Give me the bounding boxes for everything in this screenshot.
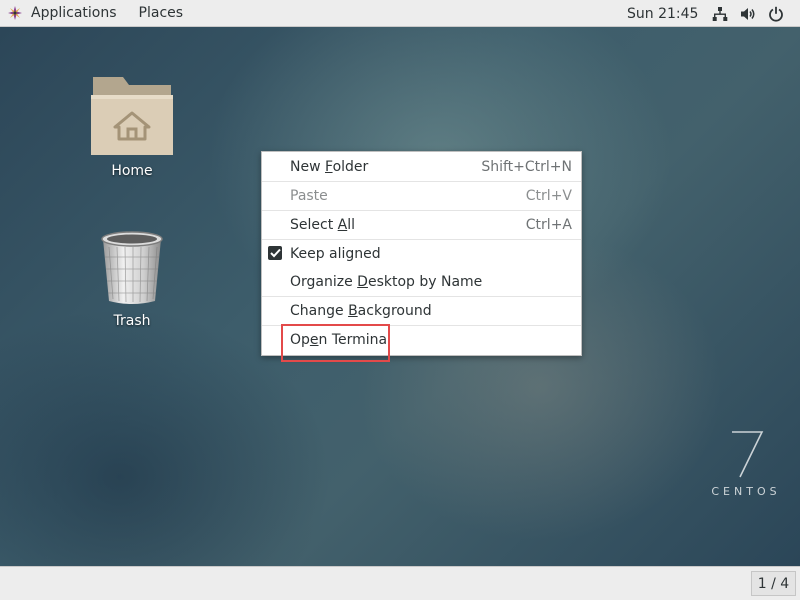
desktop-icon-label: Home [111, 163, 153, 179]
menu-item-label: Paste [290, 188, 328, 204]
menu-item-label: Keep aligned [290, 246, 381, 262]
bottom-panel: 1 / 4 [0, 566, 800, 600]
top-panel: Applications Places Sun 21:45 [0, 0, 800, 27]
centos-seven-numeral [732, 431, 764, 478]
system-status-area[interactable] [711, 0, 785, 27]
mnemonic-underline: B [348, 303, 358, 319]
places-label: Places [138, 5, 184, 21]
menu-item-label: Organize Desktop by Name [290, 274, 483, 290]
mnemonic-underline: D [357, 274, 368, 290]
checkbox-checked-icon [268, 246, 282, 260]
mnemonic-underline: F [325, 159, 333, 175]
menu-item-change-background[interactable]: Change Background [262, 297, 581, 326]
desktop-icon-home[interactable]: Home [72, 73, 192, 179]
desktop-context-menu: New Folder Shift+Ctrl+N Paste Ctrl+V Sel… [261, 151, 582, 356]
desktop-icon-label: Trash [113, 313, 151, 329]
clock-label: Sun 21:45 [627, 5, 699, 22]
centos-wordmark: CENTOS [711, 485, 781, 498]
applications-menu[interactable]: Applications [0, 0, 128, 27]
menu-item-shortcut: Ctrl+A [525, 217, 572, 233]
volume-icon [739, 5, 757, 23]
applications-label: Applications [31, 5, 117, 21]
network-wired-icon [711, 5, 729, 23]
menu-item-shortcut: Shift+Ctrl+N [481, 159, 572, 175]
menu-item-label: Change Background [290, 303, 432, 319]
workspace-indicator[interactable]: 1 / 4 [751, 571, 796, 596]
menu-item-organize-desktop[interactable]: Organize Desktop by Name [262, 268, 581, 297]
trash-icon [101, 231, 163, 304]
centos-logo: CENTOS [706, 429, 786, 498]
mnemonic-underline: A [337, 217, 348, 233]
menu-item-shortcut: Ctrl+V [525, 188, 572, 204]
menu-item-label: New Folder [290, 159, 369, 175]
places-menu[interactable]: Places [128, 0, 194, 27]
menu-item-label: Select All [290, 217, 355, 233]
menu-item-open-terminal[interactable]: Open Terminal [262, 326, 581, 354]
power-icon [767, 5, 785, 23]
gnome-foot-icon [8, 6, 22, 20]
menu-item-label: Open Terminal [290, 332, 392, 348]
folder-home-icon [91, 77, 173, 155]
desktop-icon-trash[interactable]: Trash [72, 227, 192, 329]
workspace-indicator-label: 1 / 4 [757, 575, 790, 592]
menu-item-new-folder[interactable]: New Folder Shift+Ctrl+N [262, 153, 581, 182]
menu-item-select-all[interactable]: Select All Ctrl+A [262, 211, 581, 240]
menu-item-paste[interactable]: Paste Ctrl+V [262, 182, 581, 211]
clock[interactable]: Sun 21:45 [627, 0, 698, 27]
mnemonic-underline: e [309, 332, 319, 348]
menu-item-keep-aligned[interactable]: Keep aligned [262, 240, 581, 268]
